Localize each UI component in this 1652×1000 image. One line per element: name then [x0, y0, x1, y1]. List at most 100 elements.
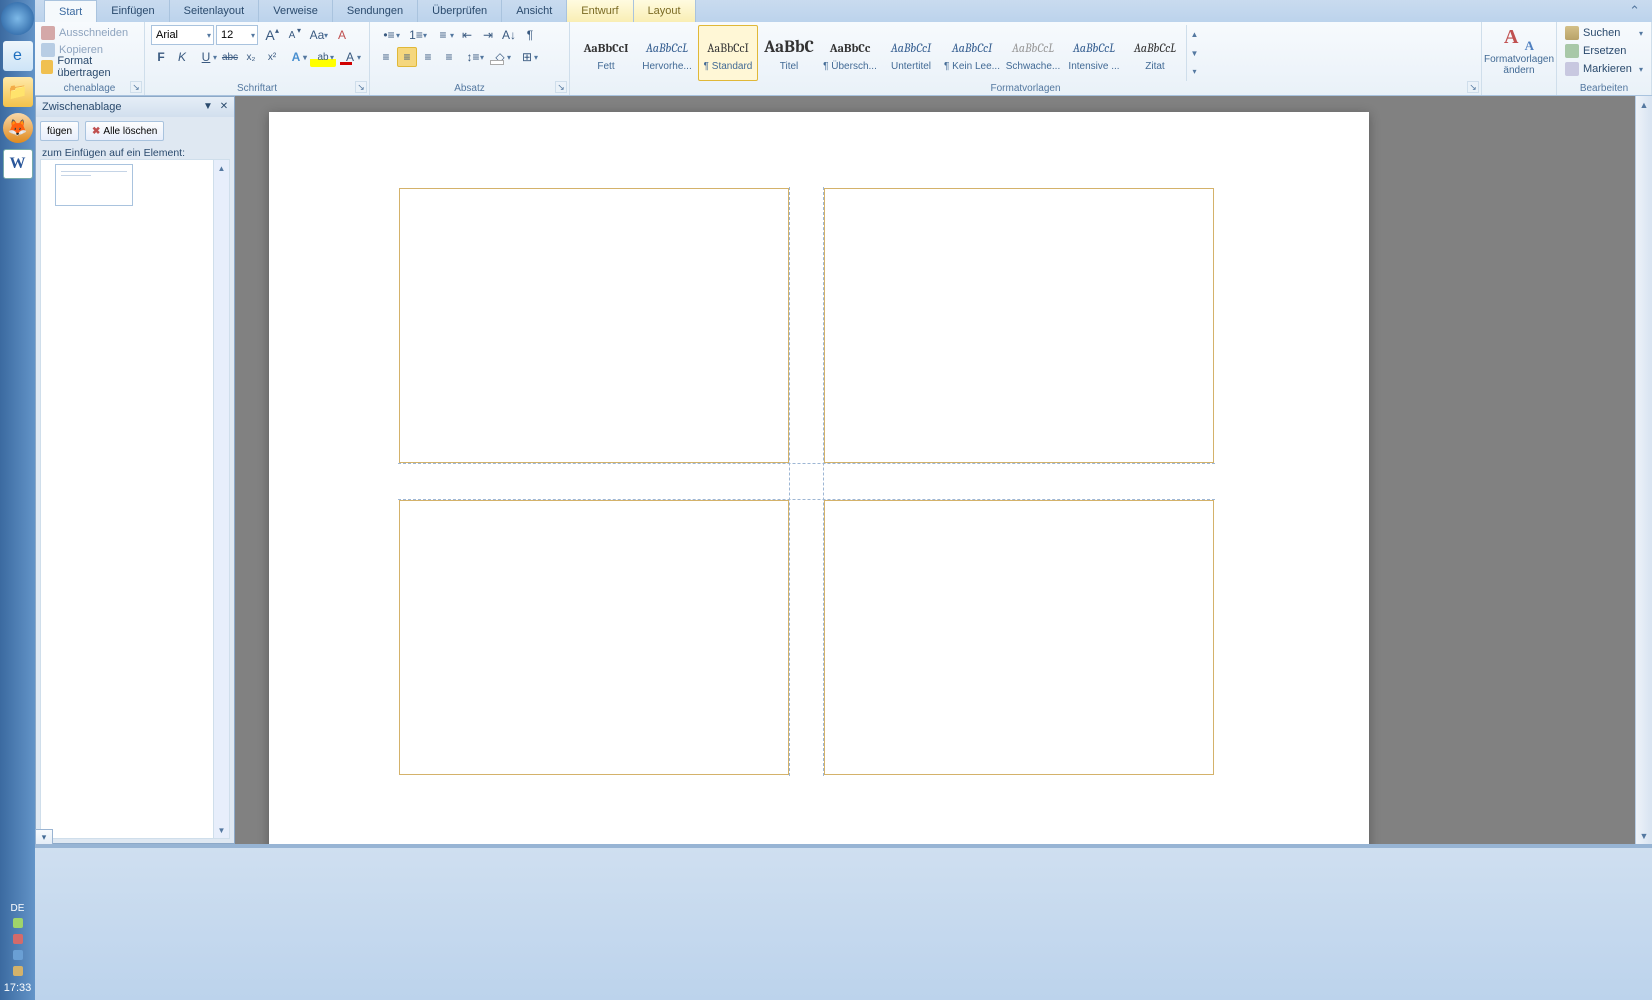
style-item--standard[interactable]: AaBbCcI¶ Standard: [698, 25, 758, 81]
scroll-down-icon[interactable]: ▼: [214, 822, 229, 838]
shrink-font-button[interactable]: A▾: [282, 25, 302, 45]
align-justify-button[interactable]: ≡: [439, 47, 459, 67]
font-color-button[interactable]: A▾: [337, 47, 363, 67]
tab-einfuegen[interactable]: Einfügen: [97, 0, 169, 22]
find-button[interactable]: Suchen▾: [1563, 24, 1645, 42]
clipboard-items-list: ▲ ▼: [40, 159, 230, 839]
text-effects-button[interactable]: A▾: [283, 47, 309, 67]
paragraph-launcher[interactable]: ↘: [555, 81, 567, 93]
pane-menu-button[interactable]: ▼: [200, 98, 216, 114]
bold-button[interactable]: F: [151, 47, 171, 67]
scroll-up-icon[interactable]: ▲: [1636, 96, 1652, 113]
taskbar-ie-icon[interactable]: e: [3, 41, 33, 71]
style-name-label: Intensive ...: [1068, 61, 1119, 72]
superscript-button[interactable]: x²: [262, 47, 282, 67]
style-item-intensive-[interactable]: AaBbCcLIntensive ...: [1064, 25, 1124, 81]
minimize-ribbon-icon[interactable]: ⌃: [1629, 3, 1640, 19]
paragraph-group-label: Absatz: [370, 83, 569, 94]
borders-button[interactable]: ⊞▾: [514, 47, 540, 67]
align-center-button[interactable]: ≡: [397, 47, 417, 67]
ribbon: Ausschneiden Kopieren Format übertragen …: [35, 22, 1652, 96]
highlight-button[interactable]: ab▾: [310, 47, 336, 67]
subscript-button[interactable]: x₂: [241, 47, 261, 67]
style-preview: AaBbCcL: [646, 35, 688, 61]
style-item-untertitel[interactable]: AaBbCcIUntertitel: [881, 25, 941, 81]
style-item--bersch-[interactable]: AaBbCc¶ Übersch...: [820, 25, 880, 81]
clipboard-item[interactable]: [55, 164, 133, 206]
font-name-combo[interactable]: Arial▾: [151, 25, 214, 45]
tab-verweise[interactable]: Verweise: [259, 0, 333, 22]
show-marks-button[interactable]: ¶: [520, 25, 540, 45]
x-icon: ✖: [92, 126, 100, 137]
change-styles-button[interactable]: Formatvorlagen ändern: [1482, 22, 1557, 95]
tab-sendungen[interactable]: Sendungen: [333, 0, 418, 22]
clear-all-button[interactable]: ✖Alle löschen: [85, 121, 164, 141]
statusbar-area: ▾: [35, 828, 53, 846]
font-size-combo[interactable]: 12▾: [216, 25, 258, 45]
style-name-label: ¶ Standard: [704, 61, 753, 72]
tab-seitenlayout[interactable]: Seitenlayout: [170, 0, 260, 22]
style-item-zitat[interactable]: AaBbCcLZitat: [1125, 25, 1185, 81]
style-item-fett[interactable]: AaBbCcIFett: [576, 25, 636, 81]
strikethrough-button[interactable]: abc: [220, 47, 240, 67]
style-preview: AaBbCcL: [1134, 35, 1176, 61]
underline-button[interactable]: U▾: [193, 47, 219, 67]
increase-indent-button[interactable]: ⇥: [478, 25, 498, 45]
italic-button[interactable]: K: [172, 47, 192, 67]
style-preview: AaBbCcI: [952, 35, 992, 61]
font-launcher[interactable]: ↘: [355, 81, 367, 93]
label-cell[interactable]: [824, 500, 1214, 775]
cut-button[interactable]: Ausschneiden: [41, 24, 138, 41]
pane-close-button[interactable]: ✕: [216, 98, 232, 114]
tab-ansicht[interactable]: Ansicht: [502, 0, 567, 22]
statusbar-button[interactable]: ▾: [35, 829, 53, 845]
tab-ueberpruefen[interactable]: Überprüfen: [418, 0, 502, 22]
change-case-button[interactable]: Aa▾: [304, 25, 330, 45]
align-right-button[interactable]: ≡: [418, 47, 438, 67]
styles-launcher[interactable]: ↘: [1467, 81, 1479, 93]
select-button[interactable]: Markieren▾: [1563, 60, 1645, 78]
label-cell[interactable]: [399, 188, 789, 463]
paste-all-button[interactable]: fügen: [40, 121, 79, 141]
bullets-button[interactable]: •≡▾: [376, 25, 402, 45]
label-cell[interactable]: [399, 500, 789, 775]
style-item-hervorhe-[interactable]: AaBbCcLHervorhe...: [637, 25, 697, 81]
taskbar-explorer-icon[interactable]: 📁: [3, 77, 33, 107]
taskbar-clock[interactable]: 17:33: [4, 982, 32, 1000]
tab-entwurf[interactable]: Entwurf: [567, 0, 633, 22]
numbering-button[interactable]: 1≡▾: [403, 25, 429, 45]
system-tray[interactable]: [3, 918, 33, 982]
tab-start[interactable]: Start: [44, 0, 97, 22]
vertical-scrollbar[interactable]: ▲ ▼: [1635, 96, 1652, 844]
tab-layout[interactable]: Layout: [634, 0, 696, 22]
format-painter-button[interactable]: Format übertragen: [41, 58, 138, 75]
shading-button[interactable]: ◇▾: [487, 47, 513, 67]
document-page[interactable]: [269, 112, 1369, 844]
replace-button[interactable]: Ersetzen: [1563, 42, 1645, 60]
decrease-indent-button[interactable]: ⇤: [457, 25, 477, 45]
style-item-schwache-[interactable]: AaBbCcLSchwache...: [1003, 25, 1063, 81]
style-preview: AaBbC: [764, 35, 814, 61]
style-item--kein-lee-[interactable]: AaBbCcI¶ Kein Lee...: [942, 25, 1002, 81]
styles-group-label: Formatvorlagen: [570, 83, 1481, 94]
clipboard-launcher[interactable]: ↘: [130, 81, 142, 93]
align-left-button[interactable]: ≡: [376, 47, 396, 67]
pane-scrollbar[interactable]: ▲ ▼: [213, 160, 229, 838]
table-gutter-row: [398, 463, 1215, 500]
label-cell[interactable]: [824, 188, 1214, 463]
taskbar-firefox-icon[interactable]: 🦊: [3, 113, 33, 143]
multilevel-button[interactable]: ≡▾: [430, 25, 456, 45]
grow-font-button[interactable]: A▴: [260, 25, 280, 45]
style-item-titel[interactable]: AaBbCTitel: [759, 25, 819, 81]
style-name-label: Zitat: [1145, 61, 1164, 72]
scroll-down-icon[interactable]: ▼: [1636, 827, 1652, 844]
clipboard-group-label: chenablage: [35, 83, 144, 94]
taskbar-word-icon[interactable]: W: [3, 149, 33, 179]
scroll-up-icon[interactable]: ▲: [214, 160, 229, 176]
sort-button[interactable]: A↓: [499, 25, 519, 45]
language-indicator[interactable]: DE: [11, 903, 25, 914]
clear-formatting-button[interactable]: A: [332, 25, 352, 45]
start-button[interactable]: [1, 2, 34, 35]
line-spacing-button[interactable]: ↕≡▾: [460, 47, 486, 67]
styles-gallery-more[interactable]: ▲▼▾: [1186, 25, 1202, 81]
